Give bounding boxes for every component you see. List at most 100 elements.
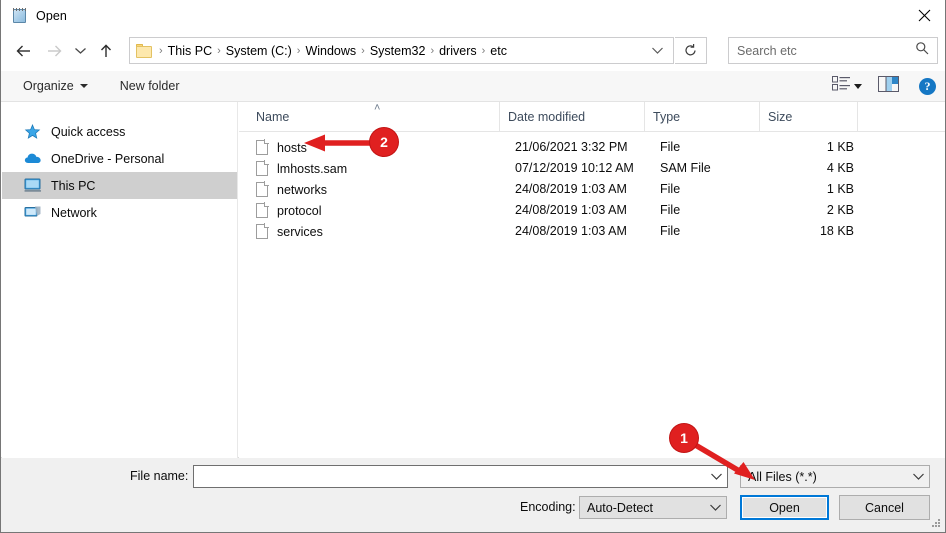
- recent-locations-button[interactable]: [69, 36, 91, 66]
- magnifier-glyph: [916, 42, 929, 55]
- breadcrumb-system32[interactable]: System32: [367, 44, 429, 58]
- network-glyph: [24, 206, 41, 216]
- file-size-cell: 4 KB: [826, 161, 854, 175]
- notepad-icon: [12, 7, 28, 24]
- address-bar[interactable]: › This PC › System (C:) › Windows › Syst…: [129, 37, 674, 64]
- chevron-glyph: [912, 473, 924, 480]
- file-name-cell[interactable]: hosts: [256, 137, 307, 158]
- search-input[interactable]: Search etc: [737, 44, 797, 58]
- file-name-input[interactable]: [194, 466, 705, 487]
- breadcrumb-this-pc[interactable]: This PC: [165, 44, 215, 58]
- annotation-badge-2: 2: [370, 128, 398, 156]
- breadcrumb-etc[interactable]: etc: [487, 44, 510, 58]
- monitor-icon: [24, 178, 42, 194]
- file-name-label: services: [277, 224, 323, 239]
- file-date-cell: 24/08/2019 1:03 AM: [515, 182, 627, 196]
- column-header-size[interactable]: Size: [759, 102, 857, 131]
- file-date-cell: 24/08/2019 1:03 AM: [515, 203, 627, 217]
- command-toolbar: Organize New folder ?: [1, 71, 945, 102]
- help-icon[interactable]: ?: [919, 77, 936, 95]
- file-name-label: protocol: [277, 203, 322, 218]
- table-row[interactable]: networks 24/08/2019 1:03 AM File 1 KB: [239, 179, 945, 200]
- table-row[interactable]: hosts 21/06/2021 3:32 PM File 1 KB: [239, 137, 945, 158]
- chevron-down-icon[interactable]: [705, 466, 727, 487]
- file-name-label: File name:: [130, 469, 189, 483]
- refresh-button[interactable]: [675, 37, 707, 64]
- column-header-name[interactable]: Name: [239, 102, 499, 131]
- file-type-cell: File: [660, 224, 681, 238]
- cancel-button[interactable]: Cancel: [839, 495, 930, 520]
- sidebar-item-onedrive[interactable]: OneDrive - Personal: [2, 145, 237, 172]
- sidebar-item-label: This PC: [51, 178, 96, 193]
- title-bar: Open: [1, 0, 945, 31]
- preview-pane-icon[interactable]: [878, 75, 899, 97]
- close-icon[interactable]: [901, 0, 945, 31]
- breadcrumb-system-c[interactable]: System (C:): [223, 44, 295, 58]
- file-name-combobox[interactable]: [193, 465, 728, 488]
- organize-button[interactable]: Organize: [15, 74, 96, 98]
- file-size-cell: 1 KB: [826, 140, 854, 154]
- forward-button[interactable]: [39, 36, 69, 66]
- annotation-badge-1: 1: [670, 424, 698, 452]
- address-dropdown-button[interactable]: [651, 42, 664, 60]
- file-type-cell: SAM File: [660, 161, 711, 175]
- column-header-spacer: [857, 102, 945, 131]
- toolbar-right-group: ?: [832, 75, 936, 97]
- file-name-cell[interactable]: services: [256, 221, 323, 242]
- sidebar-item-this-pc[interactable]: This PC: [2, 172, 237, 199]
- encoding-label: Encoding:: [520, 500, 576, 514]
- breadcrumb-separator: ›: [296, 44, 301, 57]
- breadcrumb-windows[interactable]: Windows: [302, 44, 359, 58]
- view-list-icon[interactable]: [832, 76, 851, 96]
- encoding-value: Auto-Detect: [587, 500, 654, 515]
- open-button[interactable]: Open: [740, 495, 829, 520]
- document-icon: [256, 181, 269, 197]
- document-icon: [256, 160, 269, 176]
- sidebar-item-quick-access[interactable]: Quick access: [2, 118, 237, 145]
- file-name-label: networks: [277, 182, 328, 197]
- breadcrumb-separator: ›: [361, 44, 365, 57]
- document-icon: [256, 139, 269, 155]
- breadcrumb-drivers[interactable]: drivers: [436, 44, 480, 58]
- organize-label: Organize: [23, 79, 74, 93]
- column-label: Date modified: [508, 109, 586, 124]
- sidebar-item-label: Quick access: [51, 124, 126, 139]
- breadcrumb-separator: ›: [481, 44, 486, 57]
- file-name-cell[interactable]: lmhosts.sam: [256, 158, 347, 179]
- breadcrumb-separator: ›: [430, 44, 435, 57]
- help-glyph: ?: [924, 78, 931, 93]
- file-date-cell: 21/06/2021 3:32 PM: [515, 140, 628, 154]
- file-name-cell[interactable]: protocol: [256, 200, 321, 221]
- column-header-type[interactable]: Type: [644, 102, 759, 131]
- cloud-glyph: [24, 153, 41, 163]
- network-icon: [24, 205, 42, 221]
- breadcrumb-separator: ›: [217, 44, 221, 57]
- table-row[interactable]: lmhosts.sam 07/12/2019 10:12 AM SAM File…: [239, 158, 945, 179]
- search-box[interactable]: Search etc: [728, 37, 938, 64]
- caret-down-icon: [79, 84, 88, 88]
- folder-icon: [136, 43, 153, 58]
- caret-down-icon[interactable]: [854, 83, 862, 89]
- new-folder-button[interactable]: New folder: [112, 74, 188, 98]
- file-name-cell[interactable]: networks: [256, 179, 327, 200]
- file-type-cell: File: [660, 182, 681, 196]
- column-label: Type: [653, 109, 681, 124]
- chevron-down-icon[interactable]: [704, 503, 726, 512]
- table-row[interactable]: services 24/08/2019 1:03 AM File 18 KB: [239, 221, 945, 242]
- sidebar-item-label: OneDrive - Personal: [51, 151, 165, 166]
- back-button[interactable]: [9, 36, 39, 66]
- navigation-pane: Quick access OneDrive - Personal This PC…: [2, 102, 238, 458]
- file-type-filter-dropdown[interactable]: All Files (*.*): [740, 465, 930, 488]
- table-row[interactable]: protocol 24/08/2019 1:03 AM File 2 KB: [239, 200, 945, 221]
- chevron-down-icon[interactable]: [907, 472, 929, 481]
- view-list-glyph: [832, 76, 850, 91]
- resize-grip-icon[interactable]: [930, 517, 942, 529]
- arrow-right-icon: [48, 45, 62, 57]
- sort-ascending-icon: ˄: [374, 102, 381, 114]
- sidebar-item-label: Network: [51, 205, 97, 220]
- encoding-dropdown[interactable]: Auto-Detect: [579, 496, 727, 519]
- open-file-dialog: Open › This PC › System (C:) › Windows ›…: [0, 0, 946, 533]
- column-header-date-modified[interactable]: Date modified: [499, 102, 644, 131]
- sidebar-item-network[interactable]: Network: [2, 199, 237, 226]
- up-button[interactable]: [91, 36, 121, 66]
